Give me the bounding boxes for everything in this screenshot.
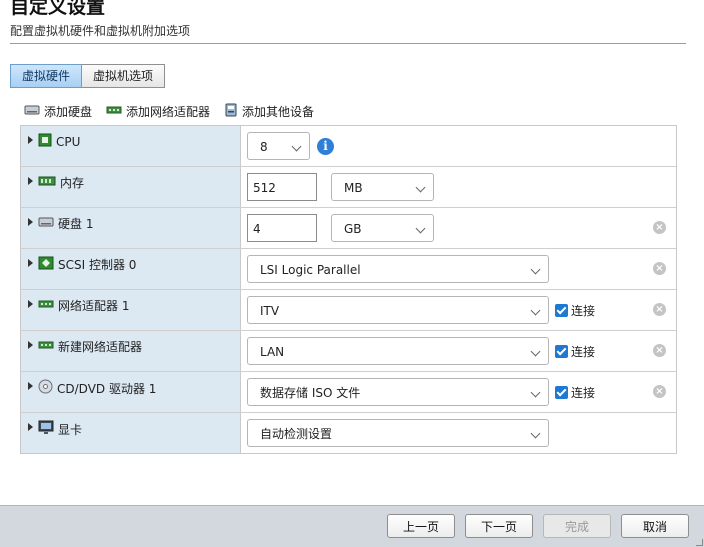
hardware-row-memory: 内存 512 MB	[21, 166, 676, 207]
remove-device-icon[interactable]: ×	[653, 303, 666, 316]
add-other-device-label: 添加其他设备	[242, 105, 315, 119]
remove-device-icon[interactable]: ×	[653, 344, 666, 357]
chevron-down-icon	[530, 387, 541, 398]
scsi-label: SCSI 控制器 0	[58, 258, 137, 272]
cpu-count-value: 8	[260, 140, 268, 154]
checkbox-checked-icon	[555, 345, 568, 358]
new-nic-connect-checkbox[interactable]: 连接	[555, 343, 595, 360]
hardware-row-new-nic: 新建网络适配器 LAN 连接 ×	[21, 330, 676, 371]
add-disk-button[interactable]: 添加硬盘	[24, 103, 92, 120]
add-nic-button[interactable]: 添加网络适配器	[106, 103, 210, 120]
remove-device-icon[interactable]: ×	[653, 385, 666, 398]
info-icon[interactable]: i	[317, 138, 334, 155]
page-title: 自定义设置	[10, 0, 106, 18]
cpu-label: CPU	[56, 134, 81, 149]
cdrom-media-select[interactable]: 数据存储 ISO 文件	[247, 378, 549, 406]
hardware-row-disk1: 硬盘 1 4 GB ×	[21, 207, 676, 248]
hardware-row-nic1: 网络适配器 1 ITV 连接 ×	[21, 289, 676, 330]
chevron-down-icon	[530, 346, 541, 357]
video-label: 显卡	[58, 422, 83, 437]
tab-vm-options[interactable]: 虚拟机选项	[82, 64, 166, 88]
page-subtitle: 配置虚拟机硬件和虚拟机附加选项	[10, 24, 191, 38]
add-device-toolbar: 添加硬盘 添加网络适配器 添加其他设备	[24, 103, 328, 120]
tab-virtual-hardware[interactable]: 虚拟硬件	[10, 64, 83, 88]
hardware-row-cpu: CPU 8 i	[21, 126, 676, 166]
network-adapter-icon	[38, 298, 54, 313]
disk1-label: 硬盘 1	[58, 217, 94, 231]
scsi-controller-icon	[38, 256, 54, 273]
add-other-device-button[interactable]: 添加其他设备	[224, 103, 314, 120]
expand-arrow-icon[interactable]	[28, 218, 33, 226]
chevron-down-icon	[530, 305, 541, 316]
expand-arrow-icon[interactable]	[28, 300, 33, 308]
video-setting-select[interactable]: 自动检测设置	[247, 419, 549, 447]
chevron-down-icon	[530, 428, 541, 439]
add-nic-label: 添加网络适配器	[126, 105, 211, 119]
disk-unit-select[interactable]: GB	[331, 214, 434, 242]
new-nic-network-select[interactable]: LAN	[247, 337, 549, 365]
expand-arrow-icon[interactable]	[28, 423, 33, 431]
cdrom-media-value: 数据存储 ISO 文件	[260, 386, 361, 400]
cpu-icon	[38, 133, 52, 150]
network-adapter-icon	[106, 104, 122, 119]
cdrom-connect-label: 连接	[571, 386, 596, 400]
hardware-row-video: 显卡 自动检测设置	[21, 412, 676, 453]
wizard-footer: 上一页 下一页 完成 取消	[0, 505, 704, 547]
cpu-count-select[interactable]: 8	[247, 132, 310, 160]
expand-arrow-icon[interactable]	[28, 259, 33, 267]
chevron-down-icon	[530, 264, 541, 275]
scsi-type-select[interactable]: LSI Logic Parallel	[247, 255, 549, 283]
memory-icon	[38, 175, 56, 190]
memory-label: 内存	[60, 176, 85, 190]
tab-bar: 虚拟硬件 虚拟机选项	[10, 64, 166, 88]
cdrom-connect-checkbox[interactable]: 连接	[555, 384, 595, 401]
nic1-network-select[interactable]: ITV	[247, 296, 549, 324]
remove-device-icon[interactable]: ×	[653, 262, 666, 275]
video-setting-value: 自动检测设置	[260, 427, 333, 441]
chevron-down-icon	[415, 223, 426, 234]
other-device-icon	[224, 103, 238, 120]
hard-disk-icon	[38, 216, 54, 231]
disk-unit-value: GB	[344, 222, 362, 236]
add-disk-label: 添加硬盘	[44, 105, 93, 119]
cd-dvd-icon	[38, 379, 53, 397]
header-divider	[10, 43, 686, 44]
remove-device-icon[interactable]: ×	[653, 221, 666, 234]
expand-arrow-icon[interactable]	[28, 136, 33, 144]
memory-unit-select[interactable]: MB	[331, 173, 434, 201]
hardware-row-scsi: SCSI 控制器 0 LSI Logic Parallel ×	[21, 248, 676, 289]
resize-grip-icon[interactable]	[696, 539, 703, 546]
checkbox-checked-icon	[555, 304, 568, 317]
disk-size-input[interactable]: 4	[247, 214, 317, 242]
scsi-type-value: LSI Logic Parallel	[260, 263, 361, 277]
hard-disk-icon	[24, 104, 40, 119]
expand-arrow-icon[interactable]	[28, 341, 33, 349]
nic1-connect-checkbox[interactable]: 连接	[555, 302, 595, 319]
hardware-table: CPU 8 i 内存 512 MB 硬盘 1 4 GB × SCSI 控制器 0…	[20, 125, 677, 454]
hardware-row-cdrom: CD/DVD 驱动器 1 数据存储 ISO 文件 连接 ×	[21, 371, 676, 412]
cdrom-label: CD/DVD 驱动器 1	[57, 381, 157, 396]
new-nic-connect-label: 连接	[571, 345, 596, 359]
finish-button: 完成	[543, 514, 611, 538]
cancel-button[interactable]: 取消	[621, 514, 689, 538]
chevron-down-icon	[415, 182, 426, 193]
chevron-down-icon	[291, 141, 302, 152]
nic1-connect-label: 连接	[571, 304, 596, 318]
memory-unit-value: MB	[344, 181, 363, 195]
checkbox-checked-icon	[555, 386, 568, 399]
back-button[interactable]: 上一页	[387, 514, 455, 538]
expand-arrow-icon[interactable]	[28, 177, 33, 185]
network-adapter-icon	[38, 339, 54, 354]
nic1-label: 网络适配器 1	[58, 299, 130, 313]
video-card-icon	[38, 420, 54, 438]
memory-size-input[interactable]: 512	[247, 173, 317, 201]
new-nic-network-value: LAN	[260, 345, 285, 359]
expand-arrow-icon[interactable]	[28, 382, 33, 390]
next-button[interactable]: 下一页	[465, 514, 533, 538]
nic1-network-value: ITV	[260, 304, 280, 318]
new-nic-label: 新建网络适配器	[58, 340, 143, 354]
